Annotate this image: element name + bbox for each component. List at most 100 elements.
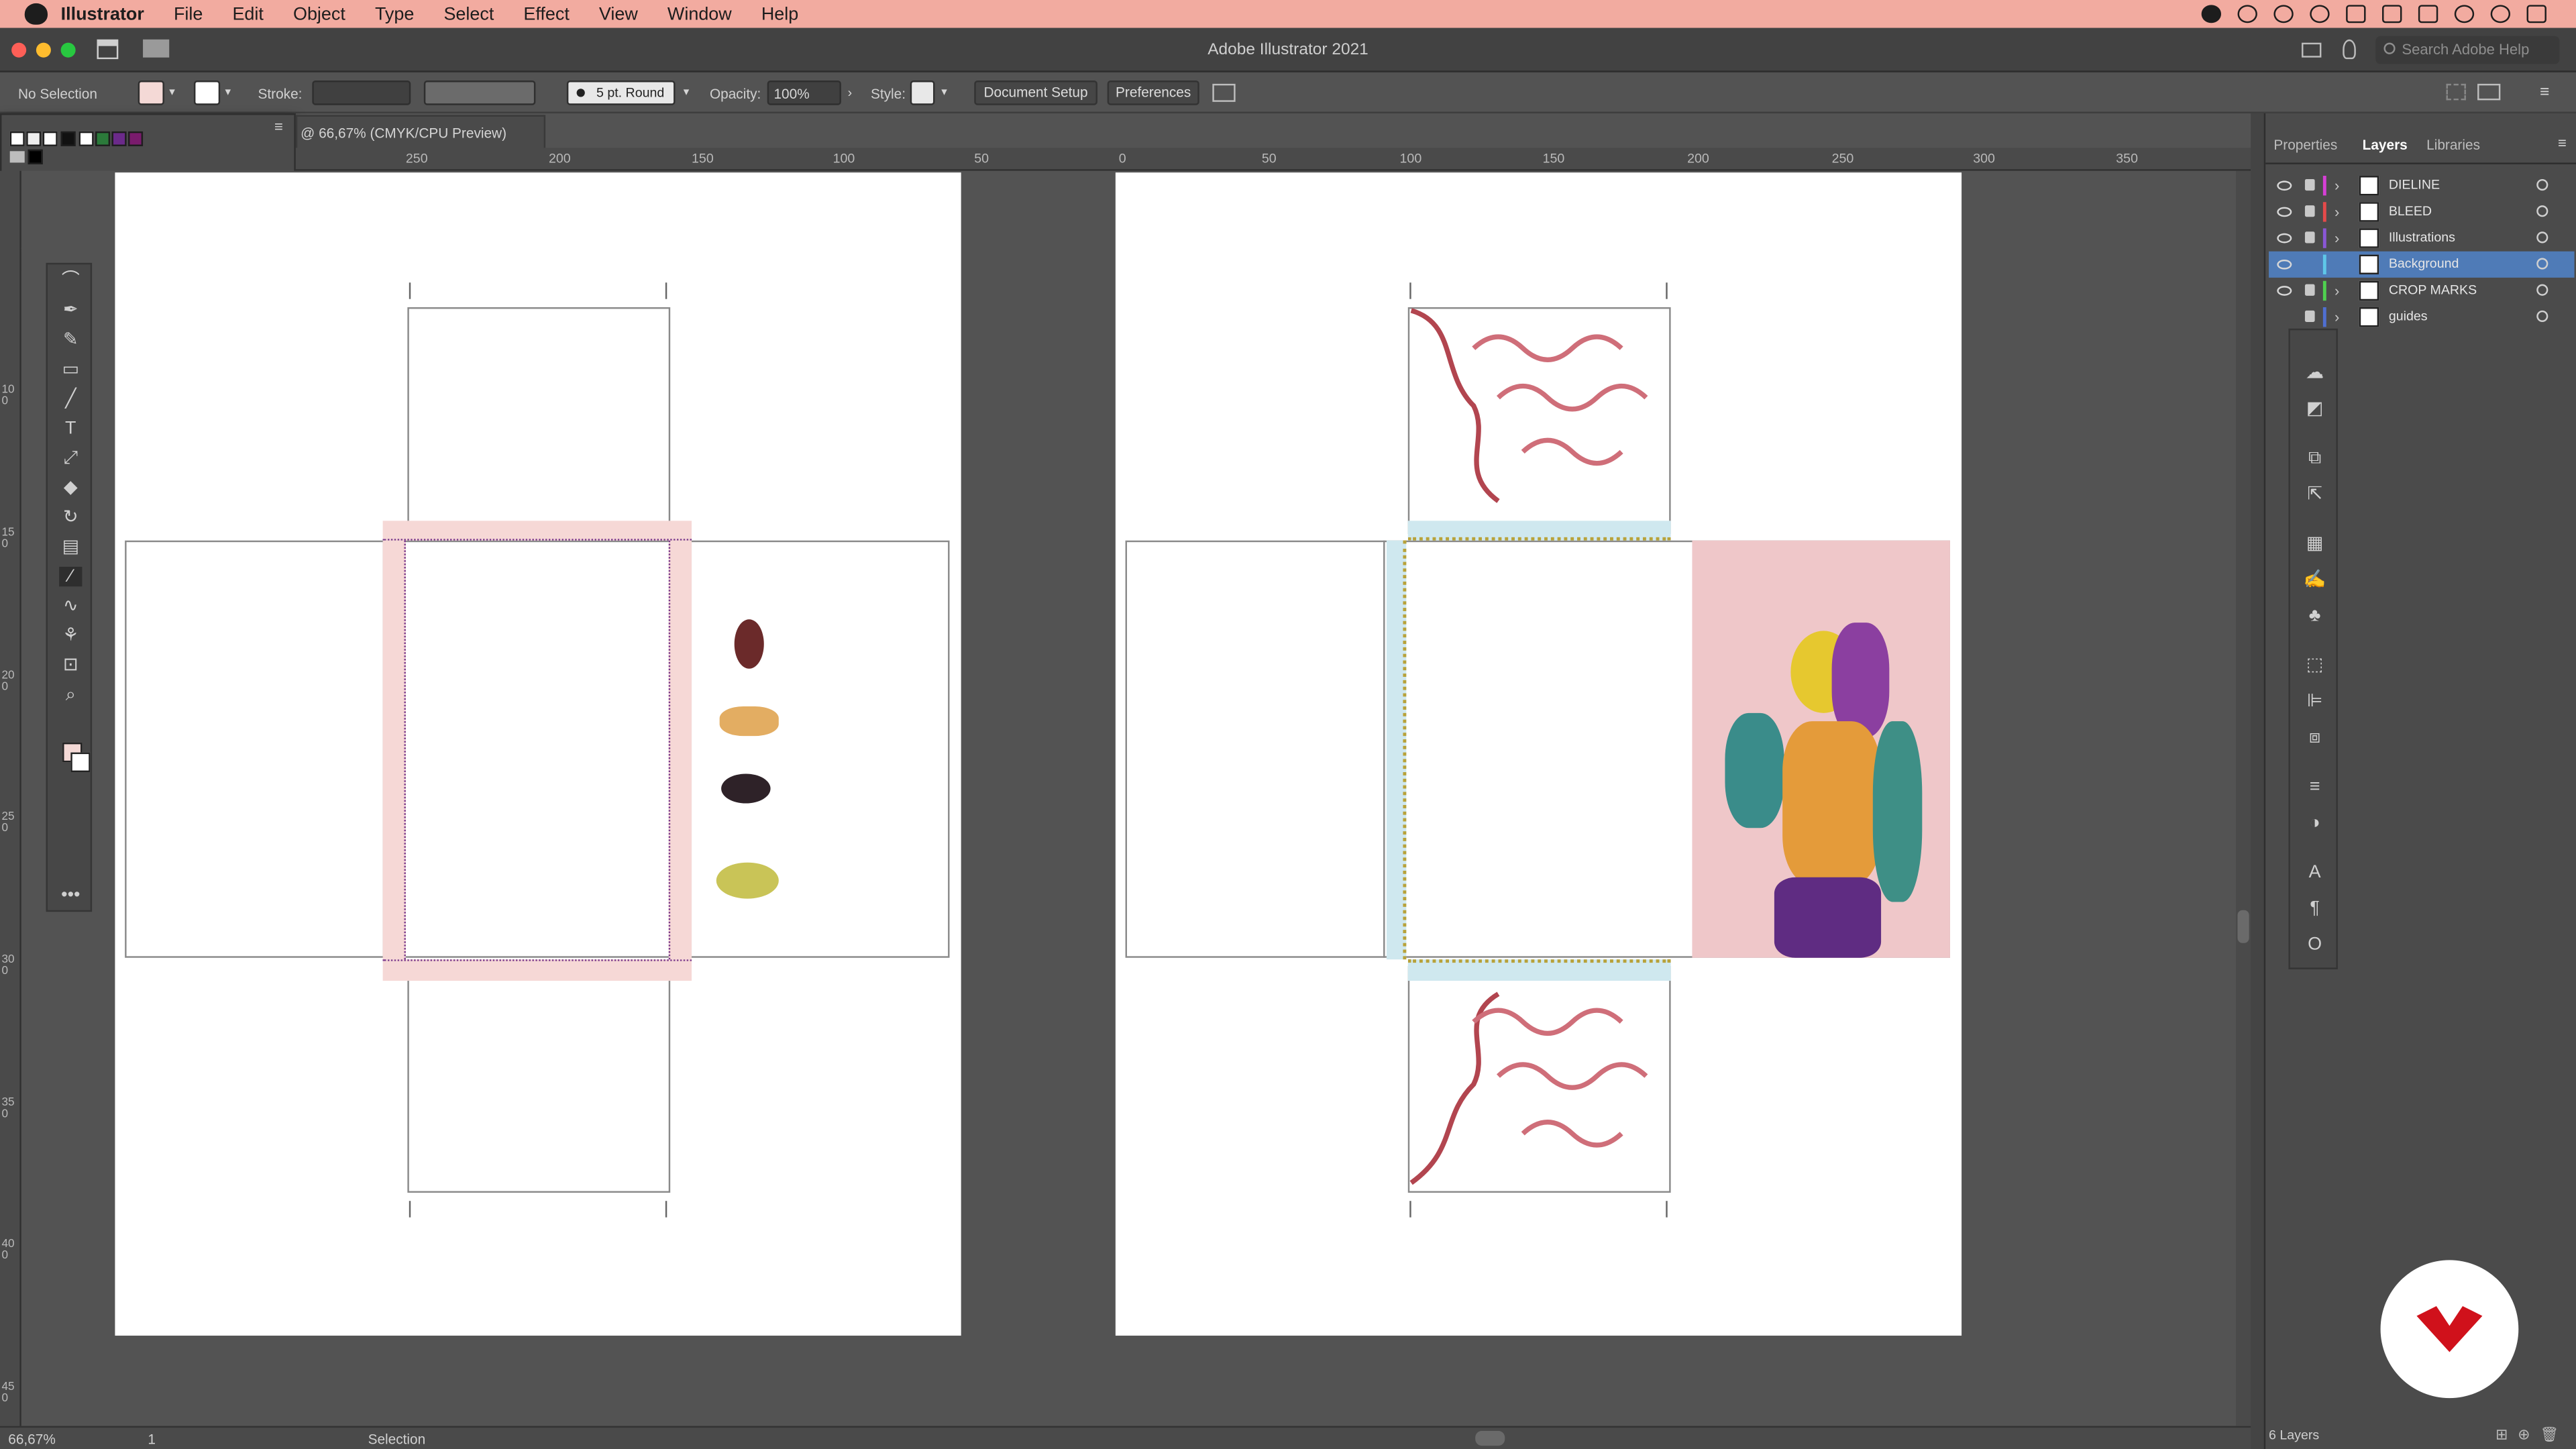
spotlight-icon[interactable]: [2454, 5, 2475, 23]
tab-layers[interactable]: Layers: [2363, 136, 2408, 152]
lock-icon[interactable]: [2304, 231, 2315, 244]
illustration-berries[interactable]: [721, 773, 771, 804]
stroke-color-box[interactable]: [70, 752, 91, 773]
eyedropper-tool-icon[interactable]: ⁄: [59, 566, 83, 587]
layers-footer-icons[interactable]: ⊞⊕🗑: [2496, 1426, 2569, 1444]
expand-chevron-icon[interactable]: ›: [2334, 309, 2339, 325]
menu-type[interactable]: Type: [375, 4, 414, 23]
layer-row-dieline[interactable]: › DIELINE: [2269, 172, 2575, 199]
pathfinder-icon[interactable]: ⧈: [2303, 728, 2326, 747]
opacity-arrow-icon[interactable]: ›: [848, 85, 853, 100]
illustration-leaves[interactable]: [716, 862, 779, 899]
layer-row-background[interactable]: Background: [2269, 251, 2575, 278]
artboard-2[interactable]: [1115, 172, 1962, 1336]
layer-row-guides[interactable]: › guides: [2269, 304, 2575, 330]
target-circle-icon[interactable]: [2536, 284, 2548, 296]
eraser-tool-icon[interactable]: ◆: [59, 478, 82, 498]
export-panel-icon[interactable]: ⇱: [2303, 484, 2326, 504]
character-panel-icon[interactable]: A: [2303, 863, 2326, 882]
paragraph-panel-icon[interactable]: ¶: [2303, 899, 2326, 918]
more-tools-icon[interactable]: •••: [59, 885, 82, 905]
swatches-panel-icon[interactable]: ▦: [2303, 534, 2326, 553]
layer-name[interactable]: Illustrations: [2389, 230, 2455, 245]
menu-edit[interactable]: Edit: [232, 4, 263, 23]
swatch-light[interactable]: [78, 131, 94, 146]
brushes-panel-icon[interactable]: ☁: [2303, 363, 2326, 382]
menu-help[interactable]: Help: [761, 4, 798, 23]
clock-icon[interactable]: [2273, 5, 2294, 23]
siri-icon[interactable]: [2490, 5, 2511, 23]
artboard-1[interactable]: [115, 172, 961, 1336]
document-tab[interactable]: @ 66,67% (CMYK/CPU Preview): [295, 115, 546, 148]
visibility-eye-icon[interactable]: [2277, 286, 2292, 296]
control-center-icon[interactable]: [2418, 5, 2438, 23]
brush-panel-icon[interactable]: ✍: [2303, 570, 2326, 590]
layer-row-illustrations[interactable]: › Illustrations: [2269, 225, 2575, 252]
sync-icon[interactable]: [2237, 5, 2257, 23]
lasso-tool-icon[interactable]: ⌒: [59, 271, 82, 290]
visibility-eye-icon[interactable]: [2277, 207, 2292, 217]
lock-icon[interactable]: [2304, 178, 2315, 191]
swatch-plum[interactable]: [128, 131, 144, 146]
battery-icon[interactable]: [2382, 5, 2402, 23]
swatch-registration[interactable]: [26, 131, 42, 146]
fill-color-swatch[interactable]: [138, 80, 164, 105]
swatch-purple[interactable]: [111, 131, 127, 146]
style-dropdown-icon[interactable]: ▾: [941, 85, 947, 99]
layer-name[interactable]: guides: [2389, 309, 2428, 323]
opacity-field[interactable]: 100%: [767, 80, 841, 105]
wave-illustration-bottom[interactable]: [1408, 985, 1671, 1191]
notification-icon[interactable]: [2526, 5, 2546, 23]
gradient-tool-icon[interactable]: ▤: [59, 537, 82, 557]
lock-icon[interactable]: [2304, 284, 2315, 296]
arrange-icon[interactable]: [1212, 83, 1236, 102]
menu-select[interactable]: Select: [443, 4, 494, 23]
document-setup-button[interactable]: Document Setup: [974, 80, 1097, 105]
swatches-menu-icon[interactable]: ≡: [274, 118, 283, 134]
layer-name[interactable]: BLEED: [2389, 204, 2432, 219]
menu-view[interactable]: View: [599, 4, 638, 23]
pen-tool-icon[interactable]: ✒: [59, 301, 82, 320]
menu-window[interactable]: Window: [667, 4, 732, 23]
rectangle-tool-icon[interactable]: ▭: [59, 360, 82, 379]
align-options-icon[interactable]: [2477, 83, 2501, 101]
watercolor-figure-panel[interactable]: [1692, 540, 1950, 958]
fill-dropdown-icon[interactable]: ▾: [169, 85, 175, 99]
lock-icon[interactable]: [2304, 310, 2315, 323]
arrange-documents-icon[interactable]: [2302, 42, 2322, 58]
menu-effect[interactable]: Effect: [523, 4, 569, 23]
symbol-sprayer-icon[interactable]: ⚘: [59, 626, 82, 645]
type-tool-icon[interactable]: T: [59, 419, 82, 438]
layer-row-bleed[interactable]: › BLEED: [2269, 199, 2575, 225]
lock-icon[interactable]: [2304, 205, 2315, 217]
warp-tool-icon[interactable]: ↻: [59, 508, 82, 527]
appearance-panel-icon[interactable]: ◑: [2303, 813, 2326, 833]
layer-name[interactable]: DIELINE: [2389, 177, 2440, 192]
expand-chevron-icon[interactable]: ›: [2334, 177, 2339, 193]
expand-chevron-icon[interactable]: ›: [2334, 204, 2339, 220]
artboard-tool-icon[interactable]: ⊡: [59, 655, 82, 675]
illustration-cocoa-pod[interactable]: [734, 619, 764, 669]
swatch-white[interactable]: [42, 131, 58, 146]
creative-cloud-icon[interactable]: [2201, 5, 2222, 23]
menu-object[interactable]: Object: [293, 4, 345, 23]
horizontal-scroll-thumb[interactable]: [1475, 1431, 1505, 1446]
zoom-level[interactable]: 66,67%: [8, 1431, 56, 1447]
style-swatch[interactable]: [910, 80, 935, 105]
scroll-thumb[interactable]: [2237, 910, 2249, 943]
panel-menu-icon[interactable]: ≡: [2540, 84, 2549, 102]
panel-collapse-strip[interactable]: [2251, 113, 2264, 1449]
visibility-eye-icon[interactable]: [2277, 180, 2292, 191]
target-circle-icon[interactable]: [2536, 178, 2548, 191]
stroke-color-swatch[interactable]: [193, 80, 221, 105]
artboard-number[interactable]: 1: [148, 1431, 156, 1447]
menu-file[interactable]: File: [174, 4, 203, 23]
transform-panel-icon[interactable]: ⬚: [2303, 655, 2326, 675]
curvature-tool-icon[interactable]: ✎: [59, 330, 82, 350]
layers-panel-menu-icon[interactable]: ≡: [2558, 135, 2567, 151]
tab-properties[interactable]: Properties: [2273, 136, 2337, 152]
illustration-ginger[interactable]: [719, 706, 779, 737]
layer-name[interactable]: Background: [2389, 256, 2459, 271]
visibility-eye-icon[interactable]: [2277, 233, 2292, 244]
scale-tool-icon[interactable]: ⤢: [59, 449, 82, 468]
